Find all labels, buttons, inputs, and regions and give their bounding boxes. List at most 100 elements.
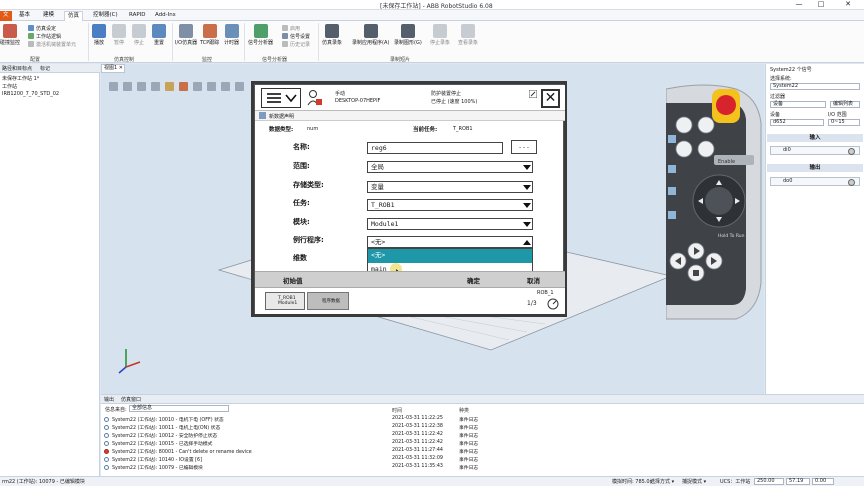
output-row[interactable]: System22 (工作站): 10011 - 电机上电(ON) 状态 2021-…	[101, 424, 861, 432]
tcp-trace-button[interactable]: TCP跟踪	[200, 24, 219, 46]
output-time: 2021-03-31 11:22:42	[392, 440, 443, 445]
pan-icon[interactable]	[123, 82, 132, 91]
output-row[interactable]: System22 (工作站): 10012 - 安全防护停止状态 2021-03-…	[101, 432, 861, 440]
quickset-robot[interactable]: ROB_1 1/3	[523, 290, 561, 312]
initial-value-button[interactable]: 初始值	[283, 275, 303, 285]
coord-y: 57.19	[786, 478, 810, 485]
routine-select[interactable]: <无>	[367, 236, 533, 248]
tab-output[interactable]: 输出	[104, 396, 114, 403]
light-icon[interactable]	[207, 82, 216, 91]
display-icon[interactable]	[235, 82, 244, 91]
output-row[interactable]: System22 (工作站): 10079 - 已编辑模块 2021-03-31 …	[101, 464, 861, 472]
tab-paths-targets[interactable]: 路径和目标点	[2, 65, 32, 72]
signal-settings-button[interactable]: 信号设置	[282, 33, 310, 40]
tab-addins[interactable]: Add-Ins	[152, 11, 179, 21]
record-app-button[interactable]: 录制应用程序(A)	[352, 24, 389, 46]
coord-z: 0.00	[812, 478, 834, 485]
zoom-icon[interactable]	[109, 82, 118, 91]
pendant-key-2[interactable]	[697, 116, 715, 134]
pendant-side-key-3[interactable]	[668, 187, 676, 195]
col-category-header[interactable]: 种类	[459, 407, 469, 414]
col-time-header[interactable]: 时间	[392, 407, 402, 414]
pendant-side-key-2[interactable]	[668, 165, 676, 173]
minimize-button[interactable]: —	[788, 0, 810, 10]
ribbon-divider	[318, 23, 319, 61]
output-row[interactable]: System22 (工作站): 10015 - 已选择手动模式 2021-03-3…	[101, 440, 861, 448]
tab-sim-window[interactable]: 仿真窗口	[121, 396, 141, 403]
pendant-key-3[interactable]	[675, 140, 693, 158]
ok-button[interactable]: 确定	[467, 275, 480, 285]
3d-viewport[interactable]: 视图1 ✕ 手动 DESKTOP-07HEPIF 防护装置停止 已停止 (速度 …	[101, 64, 764, 394]
history-button[interactable]: 历史记录	[282, 41, 310, 48]
tab-basic[interactable]: 基本	[16, 11, 33, 21]
camera-view-icon[interactable]	[221, 82, 230, 91]
timer-button[interactable]: 计时器	[224, 24, 239, 46]
tree-robot[interactable]: IRB1200_7_70_STD_02	[2, 91, 59, 97]
taskbar-item-program-data[interactable]: 程序数据	[307, 292, 349, 310]
storage-type-select[interactable]: 变量	[367, 181, 533, 193]
stop-button[interactable]: 停止	[132, 24, 146, 46]
record-graphic-button[interactable]: 录制图形(G)	[394, 24, 422, 46]
rotate-icon[interactable]	[137, 82, 146, 91]
tree-station-root[interactable]: 未保存工作站 1*	[2, 75, 39, 82]
sim-setup-button[interactable]: 仿真设定	[28, 25, 56, 32]
sim-record-button[interactable]: 仿真录象	[322, 24, 342, 46]
tp-main-menu-button[interactable]	[261, 88, 301, 108]
filter-select[interactable]: 设备	[770, 101, 826, 108]
tab-controller[interactable]: 控制器(C)	[90, 11, 121, 21]
edit-list-button[interactable]: 编辑列表	[830, 101, 860, 108]
snap-icon[interactable]	[165, 82, 174, 91]
selection-mode[interactable]: 选择方式 ▾	[650, 478, 674, 485]
cancel-button[interactable]: 取消	[527, 275, 540, 285]
signal-analyzer-button[interactable]: 信号分析器	[248, 24, 273, 46]
tree-station[interactable]: 工作站	[2, 83, 17, 90]
output-row[interactable]: System22 (工作站): 10010 - 电机下电 (OFF) 状态 202…	[101, 416, 861, 424]
pendant-key-1[interactable]	[675, 116, 693, 134]
name-input[interactable]: reg6	[367, 142, 503, 154]
pause-button[interactable]: 暂停	[112, 24, 126, 46]
stop-record-button[interactable]: 停止录象	[430, 24, 450, 46]
io-range-select[interactable]: 0~15	[828, 119, 860, 126]
module-select[interactable]: Module1	[367, 218, 533, 230]
tp-close-button[interactable]: ✕	[541, 89, 560, 108]
view-icon[interactable]	[193, 82, 202, 91]
output-row[interactable]: System22 (工作站): 80001 - Can't delete or …	[101, 448, 861, 456]
pendant-side-key-4[interactable]	[668, 211, 676, 219]
file-tab[interactable]: 文	[0, 11, 12, 21]
task-select[interactable]: T_ROB1	[367, 199, 533, 211]
output-message: System22 (工作站): 10011 - 电机上电(ON) 状态	[112, 426, 221, 431]
measure-icon[interactable]	[179, 82, 188, 91]
emergency-stop-button[interactable]	[716, 95, 736, 115]
tab-modeling[interactable]: 建模	[40, 11, 57, 21]
select-icon[interactable]	[151, 82, 160, 91]
tab-rapid[interactable]: RAPID	[126, 11, 149, 21]
close-window-button[interactable]: ✕	[832, 0, 864, 10]
station-logic-button[interactable]: 工作站逻辑	[28, 33, 61, 40]
module-value: Module1	[371, 220, 399, 228]
name-browse-button[interactable]: ...	[511, 140, 537, 154]
pendant-key-4[interactable]	[697, 140, 715, 158]
tp-mode: 手动	[335, 91, 346, 97]
tab-simulation[interactable]: 仿真	[64, 11, 84, 21]
io-simulator-button[interactable]: I/O仿真器	[175, 24, 197, 46]
scope-select[interactable]: 全局	[367, 161, 533, 173]
snap-mode[interactable]: 捕捉模式 ▾	[682, 478, 706, 485]
taskbar-item-module[interactable]: T_ROB1 Module1	[265, 292, 305, 310]
maximize-button[interactable]: □	[810, 0, 832, 10]
output-row[interactable]: System22 (工作站): 10140 - IO设置 [6] 2021-03-…	[101, 456, 861, 464]
device-select[interactable]: d652	[770, 119, 824, 126]
collision-monitor-button[interactable]: 碰撞监控	[0, 24, 20, 46]
view-record-button[interactable]: 查看录象	[458, 24, 478, 46]
info-source-select[interactable]: 全部信息	[129, 405, 229, 412]
tab-marks[interactable]: 标记	[40, 65, 50, 72]
tp-event-icon[interactable]	[529, 90, 537, 98]
play-button[interactable]: 播放	[92, 24, 106, 46]
signal-di0[interactable]: di0	[770, 146, 860, 155]
activate-mechanism-button[interactable]: 激活机械装置单元	[28, 41, 76, 48]
system-select[interactable]: System22	[770, 83, 860, 90]
enable-button[interactable]: 启用	[282, 25, 300, 32]
pendant-side-key-1[interactable]	[668, 135, 676, 143]
reset-button[interactable]: 重置	[152, 24, 166, 46]
signal-do0[interactable]: do0	[770, 177, 860, 186]
viewport-tab[interactable]: 视图1 ✕	[101, 64, 125, 73]
